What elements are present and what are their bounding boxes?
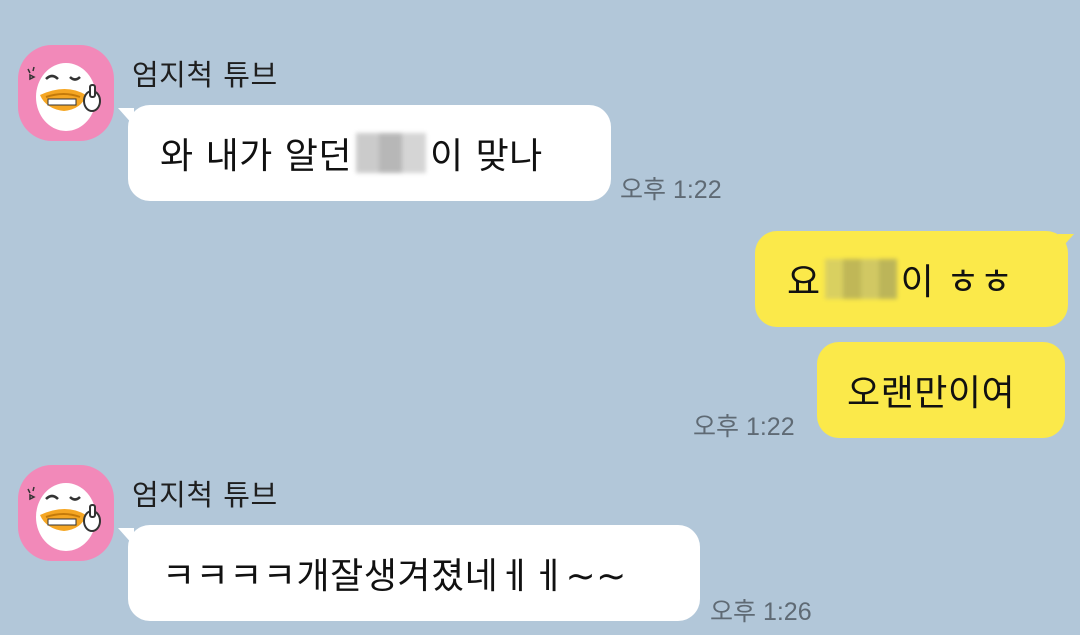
message-text: 와 내가 알던 (160, 136, 352, 177)
message-time: 오후 1:26 (710, 598, 812, 626)
message-bubble-incoming[interactable]: 와 내가 알던 이 맞나 (128, 105, 611, 201)
sender-avatar[interactable] (18, 45, 114, 141)
message-text: ㅋㅋㅋㅋ개잘생겨졌네ㅔㅔ~~ (162, 556, 627, 597)
message-text: 오랜만이여 (847, 373, 1016, 414)
message-time: 오후 1:22 (620, 176, 722, 204)
redacted-name (356, 133, 426, 173)
message-bubble-outgoing[interactable]: 요 이 ㅎㅎ (755, 231, 1068, 327)
redacted-name (824, 259, 897, 299)
sender-avatar[interactable] (18, 465, 114, 561)
message-time: 오후 1:22 (693, 413, 795, 441)
sender-name: 엄지척 튜브 (132, 478, 278, 512)
tube-duck-thumbs-up-icon (27, 63, 101, 131)
bubble-tail (1058, 234, 1074, 252)
message-text: 요 (787, 262, 821, 303)
message-bubble-incoming[interactable]: ㅋㅋㅋㅋ개잘생겨졌네ㅔㅔ~~ (128, 525, 700, 621)
tube-duck-thumbs-up-icon (27, 483, 101, 551)
message-text: 이 맞나 (430, 136, 543, 177)
message-text: 이 ㅎㅎ (900, 262, 1014, 303)
message-bubble-outgoing[interactable]: 오랜만이여 (817, 342, 1065, 438)
sender-name: 엄지척 튜브 (132, 58, 278, 92)
